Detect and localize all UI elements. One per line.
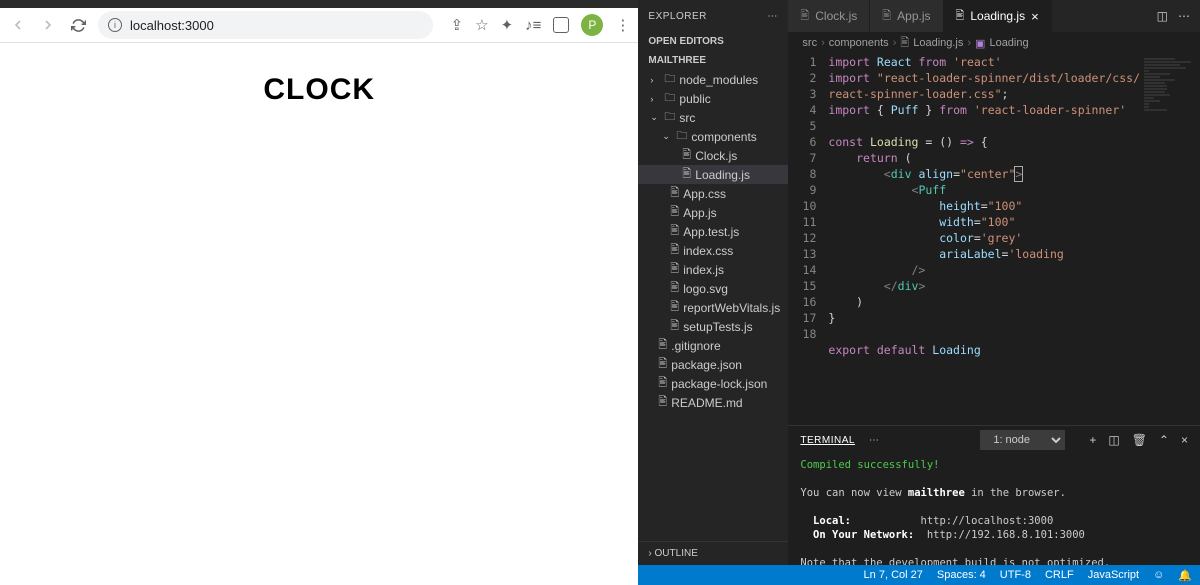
- back-button[interactable]: [8, 15, 28, 35]
- terminal-select[interactable]: 1: node: [980, 430, 1065, 450]
- minimap[interactable]: [1140, 54, 1200, 425]
- folder-public[interactable]: ›🗀public: [638, 89, 788, 108]
- file-reportvitals[interactable]: 🖹reportWebVitals.js: [638, 298, 788, 317]
- close-tab-icon[interactable]: ×: [1031, 9, 1039, 24]
- media-control-icon[interactable]: ♪≡: [525, 17, 541, 34]
- file-logo[interactable]: 🖹logo.svg: [638, 279, 788, 298]
- vscode-window: EXPLORER ⋯ OPEN EDITORS MAILTHREE ›🗀node…: [638, 0, 1200, 585]
- code-editor[interactable]: 123456789101112131415161718 import React…: [788, 54, 1200, 425]
- outline-section: › OUTLINE: [638, 541, 788, 565]
- eol-status[interactable]: CRLF: [1045, 569, 1074, 581]
- folder-node-modules[interactable]: ›🗀node_modules: [638, 70, 788, 89]
- terminal-panel: TERMINAL ⋯ 1: node + ◫ 🗑 ⌃ × Compiled su…: [788, 425, 1200, 565]
- file-gitignore[interactable]: 🖹.gitignore: [638, 336, 788, 355]
- file-readme[interactable]: 🖹README.md: [638, 393, 788, 412]
- new-terminal-icon[interactable]: +: [1089, 433, 1096, 447]
- split-editor-icon[interactable]: ◫: [1157, 9, 1168, 23]
- feedback-icon[interactable]: ☺: [1153, 569, 1164, 581]
- terminal-output[interactable]: Compiled successfully! You can now view …: [788, 454, 1200, 565]
- line-gutter: 123456789101112131415161718: [788, 54, 828, 425]
- file-appcss[interactable]: 🖹App.css: [638, 184, 788, 203]
- kebab-menu-icon[interactable]: ⋮: [615, 16, 630, 34]
- encoding-status[interactable]: UTF-8: [1000, 569, 1031, 581]
- page-title: CLOCK: [0, 73, 638, 107]
- file-apptest[interactable]: 🖹App.test.js: [638, 222, 788, 241]
- notifications-icon[interactable]: 🔔: [1178, 569, 1192, 582]
- file-pkgjson[interactable]: 🖹package.json: [638, 355, 788, 374]
- split-terminal-icon[interactable]: ◫: [1108, 433, 1119, 447]
- tab-app[interactable]: 🖹App.js: [870, 0, 943, 32]
- forward-button[interactable]: [38, 15, 58, 35]
- language-status[interactable]: JavaScript: [1088, 569, 1139, 581]
- explorer-more-icon[interactable]: ⋯: [767, 11, 778, 22]
- terminal-tab[interactable]: TERMINAL: [800, 435, 855, 446]
- editor-area: 🖹Clock.js 🖹App.js 🖹Loading.js× ◫ ⋯ src› …: [788, 0, 1200, 565]
- browser-toolbar: i localhost:3000 ⇪ ☆ ✦ ♪≡ P ⋮: [0, 8, 638, 43]
- workspace-section[interactable]: MAILTHREE: [638, 51, 788, 70]
- editor-more-icon[interactable]: ⋯: [1178, 9, 1190, 23]
- explorer-title: EXPLORER: [648, 11, 706, 22]
- editor-tabs: 🖹Clock.js 🖹App.js 🖹Loading.js× ◫ ⋯: [788, 0, 1200, 32]
- browser-tabstrip[interactable]: [0, 0, 638, 8]
- webpage-content: CLOCK: [0, 43, 638, 585]
- file-clock[interactable]: 🖹Clock.js: [638, 146, 788, 165]
- url-text: localhost:3000: [130, 18, 214, 33]
- reload-button[interactable]: [68, 15, 88, 35]
- share-icon[interactable]: ⇪: [451, 16, 464, 34]
- status-bar: Ln 7, Col 27 Spaces: 4 UTF-8 CRLF JavaSc…: [638, 565, 1200, 585]
- folder-src[interactable]: ⌄🗀src: [638, 108, 788, 127]
- file-indexjs[interactable]: 🖹index.js: [638, 260, 788, 279]
- tab-clock[interactable]: 🖹Clock.js: [788, 0, 870, 32]
- file-setuptests[interactable]: 🖹setupTests.js: [638, 317, 788, 336]
- vscode-sidebar: EXPLORER ⋯ OPEN EDITORS MAILTHREE ›🗀node…: [638, 0, 788, 565]
- file-indexcss[interactable]: 🖹index.css: [638, 241, 788, 260]
- tab-loading[interactable]: 🖹Loading.js×: [944, 0, 1052, 32]
- file-loading[interactable]: 🖹Loading.js: [638, 165, 788, 184]
- cursor-position[interactable]: Ln 7, Col 27: [864, 569, 923, 581]
- address-bar[interactable]: i localhost:3000: [98, 11, 433, 39]
- file-pkglock[interactable]: 🖹package-lock.json: [638, 374, 788, 393]
- file-tree: ›🗀node_modules ›🗀public ⌄🗀src ⌄🗀componen…: [638, 70, 788, 412]
- indent-status[interactable]: Spaces: 4: [937, 569, 986, 581]
- terminal-more-icon[interactable]: ⋯: [869, 435, 880, 446]
- folder-components[interactable]: ⌄🗀components: [638, 127, 788, 146]
- extensions-icon[interactable]: ✦: [501, 16, 514, 34]
- profile-avatar[interactable]: P: [581, 14, 603, 36]
- trash-icon[interactable]: 🗑: [1132, 433, 1147, 447]
- code-content[interactable]: import React from 'react' import "react-…: [828, 54, 1140, 425]
- bookmark-star-icon[interactable]: ☆: [475, 16, 488, 34]
- breadcrumb[interactable]: src› components› 🖹Loading.js› ▣Loading: [788, 32, 1200, 54]
- file-appjs[interactable]: 🖹App.js: [638, 203, 788, 222]
- chevron-up-icon[interactable]: ⌃: [1159, 433, 1169, 447]
- site-info-icon[interactable]: i: [108, 18, 122, 32]
- browser-window: i localhost:3000 ⇪ ☆ ✦ ♪≡ P ⋮ CLOCK: [0, 0, 638, 585]
- close-panel-icon[interactable]: ×: [1181, 433, 1188, 447]
- open-editors-section[interactable]: OPEN EDITORS: [638, 32, 788, 51]
- app-icon[interactable]: [553, 17, 569, 33]
